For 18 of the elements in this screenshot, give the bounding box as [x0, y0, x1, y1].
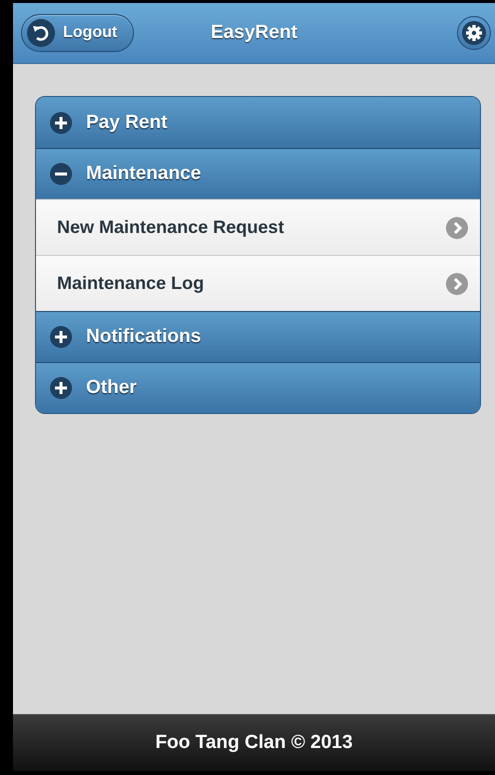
footer-text: Foo Tang Clan © 2013	[155, 732, 353, 754]
minus-icon	[50, 163, 72, 185]
chevron-icon	[446, 272, 468, 294]
app-title: EasyRent	[210, 22, 298, 43]
accordion-header[interactable]: Pay Rent	[36, 97, 480, 148]
menu-item[interactable]: New Maintenance Request	[36, 199, 480, 255]
accordion-header[interactable]: Other	[36, 362, 480, 413]
accordion-header[interactable]: Maintenance	[36, 148, 480, 199]
accordion-header[interactable]: Notifications	[36, 311, 480, 362]
menu-item[interactable]: Maintenance Log	[36, 255, 480, 311]
plus-icon	[50, 326, 72, 348]
logout-button[interactable]: Logout	[21, 14, 134, 52]
undo-icon	[27, 19, 55, 47]
plus-icon	[50, 112, 72, 134]
chevron-icon	[446, 216, 468, 238]
settings-icon	[462, 21, 486, 45]
plus-icon	[50, 377, 72, 399]
settings-button[interactable]	[457, 16, 491, 50]
